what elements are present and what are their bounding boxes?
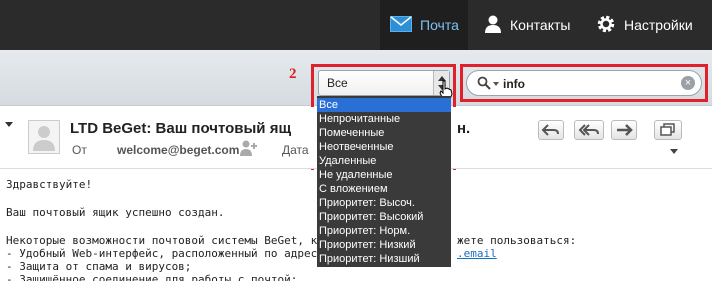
reply-icon xyxy=(541,124,559,136)
search-icon[interactable] xyxy=(477,76,491,93)
annotation-label-2: 2 xyxy=(289,66,297,82)
filter-option-flagged[interactable]: Помеченные xyxy=(317,126,451,140)
nav-mail[interactable]: Почта xyxy=(380,0,468,50)
search-input[interactable]: info xyxy=(503,77,525,91)
reply-button[interactable] xyxy=(538,120,564,140)
reply-all-button[interactable] xyxy=(574,120,604,140)
nav-settings-label: Настройки xyxy=(624,17,693,33)
nav-mail-label: Почта xyxy=(420,17,459,33)
open-in-window-button[interactable] xyxy=(654,120,682,140)
body-features-right: жете пользоваться: xyxy=(457,234,577,247)
body-features-left: Некоторые возможности почтовой системы B… xyxy=(6,234,318,247)
webmail-link[interactable]: .email xyxy=(457,247,497,260)
nav-contacts-label: Контакты xyxy=(510,17,571,33)
user-icon xyxy=(484,15,502,36)
new-window-icon xyxy=(660,123,675,136)
filter-option-unread[interactable]: Непрочитанные xyxy=(317,112,451,126)
filter-option-priority-highest[interactable]: Приоритет: Высоч. xyxy=(317,196,451,210)
forward-button[interactable] xyxy=(611,120,637,140)
date-label: Дата xyxy=(282,143,309,157)
nav-contacts[interactable]: Контакты xyxy=(476,0,586,50)
nav-settings[interactable]: Настройки xyxy=(590,0,712,50)
reply-all-icon xyxy=(578,124,599,136)
filter-option-priority-lowest[interactable]: Приоритет: Низший xyxy=(317,252,451,266)
filter-option-not-deleted[interactable]: Не удаленные xyxy=(317,168,451,182)
filter-selected-value: Все xyxy=(327,76,348,90)
filter-option-priority-low[interactable]: Приоритет: Низкий xyxy=(317,238,451,252)
add-contact-icon[interactable] xyxy=(240,140,258,159)
collapse-arrow-icon[interactable] xyxy=(5,122,13,131)
message-subject: LTD BeGet: Ваш почтовый ящ xyxy=(70,120,292,137)
message-subject-tail: н. xyxy=(457,120,471,137)
filter-option-all[interactable]: Все xyxy=(317,98,451,112)
filter-option-priority-high[interactable]: Приоритет: Высокий xyxy=(317,210,451,224)
filter-option-unanswered[interactable]: Неотвеченные xyxy=(317,140,451,154)
filter-option-with-attachment[interactable]: С вложением xyxy=(317,182,451,196)
body-web-left: - Удобный Web-интерфейс, расположенный п… xyxy=(6,247,318,260)
body-spam: - Защита от спама и вирусов; xyxy=(6,260,192,273)
sender-address[interactable]: welcome@beget.com xyxy=(117,143,239,157)
filter-dropdown-list: Все Непрочитанные Помеченные Неотвеченны… xyxy=(317,96,451,267)
more-options-arrow-icon[interactable] xyxy=(670,149,678,158)
search-options-caret-icon[interactable] xyxy=(493,82,499,89)
forward-arrow-icon xyxy=(617,124,633,136)
filter-option-priority-normal[interactable]: Приоритет: Норм. xyxy=(317,224,451,238)
body-secure: - Защищённое соединение для работы с поч… xyxy=(6,273,298,281)
from-label: От xyxy=(72,143,87,157)
search-box[interactable]: info × xyxy=(466,70,702,96)
filter-option-deleted[interactable]: Удаленные xyxy=(317,154,451,168)
gear-icon xyxy=(596,14,616,37)
body-greeting: Здравствуйте! xyxy=(6,178,93,191)
body-created: Ваш почтовый ящик успешно создан. xyxy=(6,206,225,219)
clear-search-icon[interactable]: × xyxy=(681,76,695,90)
avatar xyxy=(28,120,60,154)
envelope-icon xyxy=(390,15,412,35)
message-filter-select[interactable]: Все xyxy=(318,70,450,96)
